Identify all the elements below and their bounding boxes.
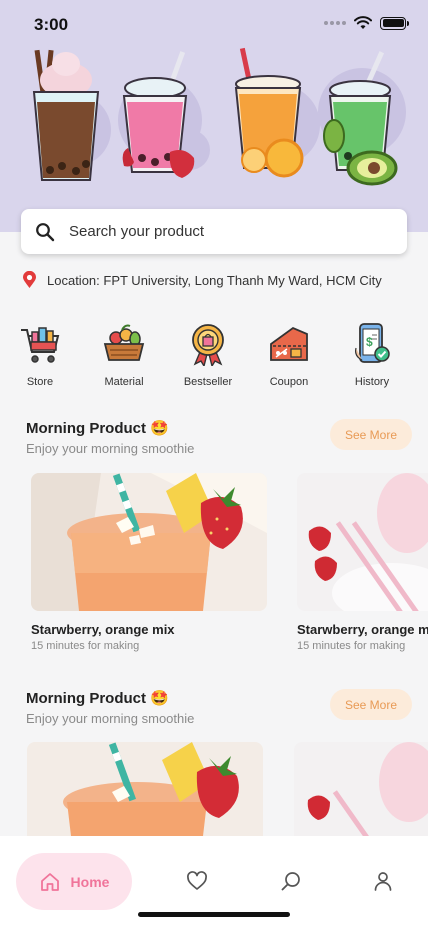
category-coupon[interactable]: Coupon (249, 322, 329, 388)
product-name: Starwberry, orange mix (297, 622, 428, 637)
product-image[interactable] (27, 742, 263, 836)
wifi-icon (354, 16, 372, 29)
home-screen: 3:00 Search your product Location: FPT U… (0, 0, 428, 927)
see-more-button[interactable]: See More (330, 689, 412, 720)
heart-icon[interactable] (186, 870, 208, 892)
product-name: Starwberry, orange mix (31, 622, 175, 637)
search-icon[interactable] (280, 870, 302, 892)
nav-home-label: Home (70, 873, 110, 890)
smoothie-illustration (32, 47, 406, 186)
section-subtitle: Enjoy your morning smoothie (26, 441, 195, 456)
product-image[interactable] (294, 742, 428, 836)
profile-icon[interactable] (372, 870, 394, 892)
product-image[interactable] (297, 473, 428, 611)
category-label: History (354, 376, 390, 388)
category-store[interactable]: Store (0, 322, 80, 388)
award-badge-icon (192, 324, 224, 366)
search-bar[interactable] (21, 209, 407, 254)
shopping-cart-icon (21, 327, 60, 363)
home-indicator[interactable] (138, 912, 290, 917)
home-icon (40, 872, 59, 891)
product-meta: 15 minutes for making (31, 640, 140, 652)
category-label: Coupon (269, 376, 309, 388)
category-history[interactable]: $ History (332, 322, 412, 388)
category-row: Store Material Bestseller Coupon $ Histo… (0, 322, 428, 392)
phone-history-icon: $ (355, 323, 390, 363)
category-label: Material (104, 376, 144, 388)
product-image[interactable] (31, 473, 267, 611)
category-label: Bestseller (183, 376, 233, 388)
section-subtitle: Enjoy your morning smoothie (26, 711, 195, 726)
battery-icon (380, 16, 409, 30)
category-bestseller[interactable]: Bestseller (168, 322, 248, 388)
nav-home-tab[interactable]: Home (16, 853, 132, 910)
location-row[interactable]: Location: FPT University, Long Thanh My … (22, 271, 382, 289)
category-material[interactable]: Material (84, 322, 164, 388)
search-input[interactable] (69, 223, 369, 240)
status-time: 3:00 (34, 15, 69, 34)
fruit-basket-icon (103, 324, 145, 361)
status-icons (324, 16, 409, 30)
category-label: Store (26, 376, 54, 388)
section-title: Morning Product 🤩 (26, 420, 169, 437)
coupon-tag-icon (270, 326, 308, 361)
location-pin-icon (23, 271, 36, 288)
section-title: Morning Product 🤩 (26, 690, 169, 707)
product-meta: 15 minutes for making (297, 640, 406, 652)
svg-text:$: $ (366, 335, 373, 349)
signal-icon (324, 21, 346, 25)
search-icon (36, 222, 55, 241)
location-text: Location: FPT University, Long Thanh My … (47, 272, 382, 288)
see-more-button[interactable]: See More (330, 419, 412, 450)
hero-banner: 3:00 (0, 0, 428, 232)
